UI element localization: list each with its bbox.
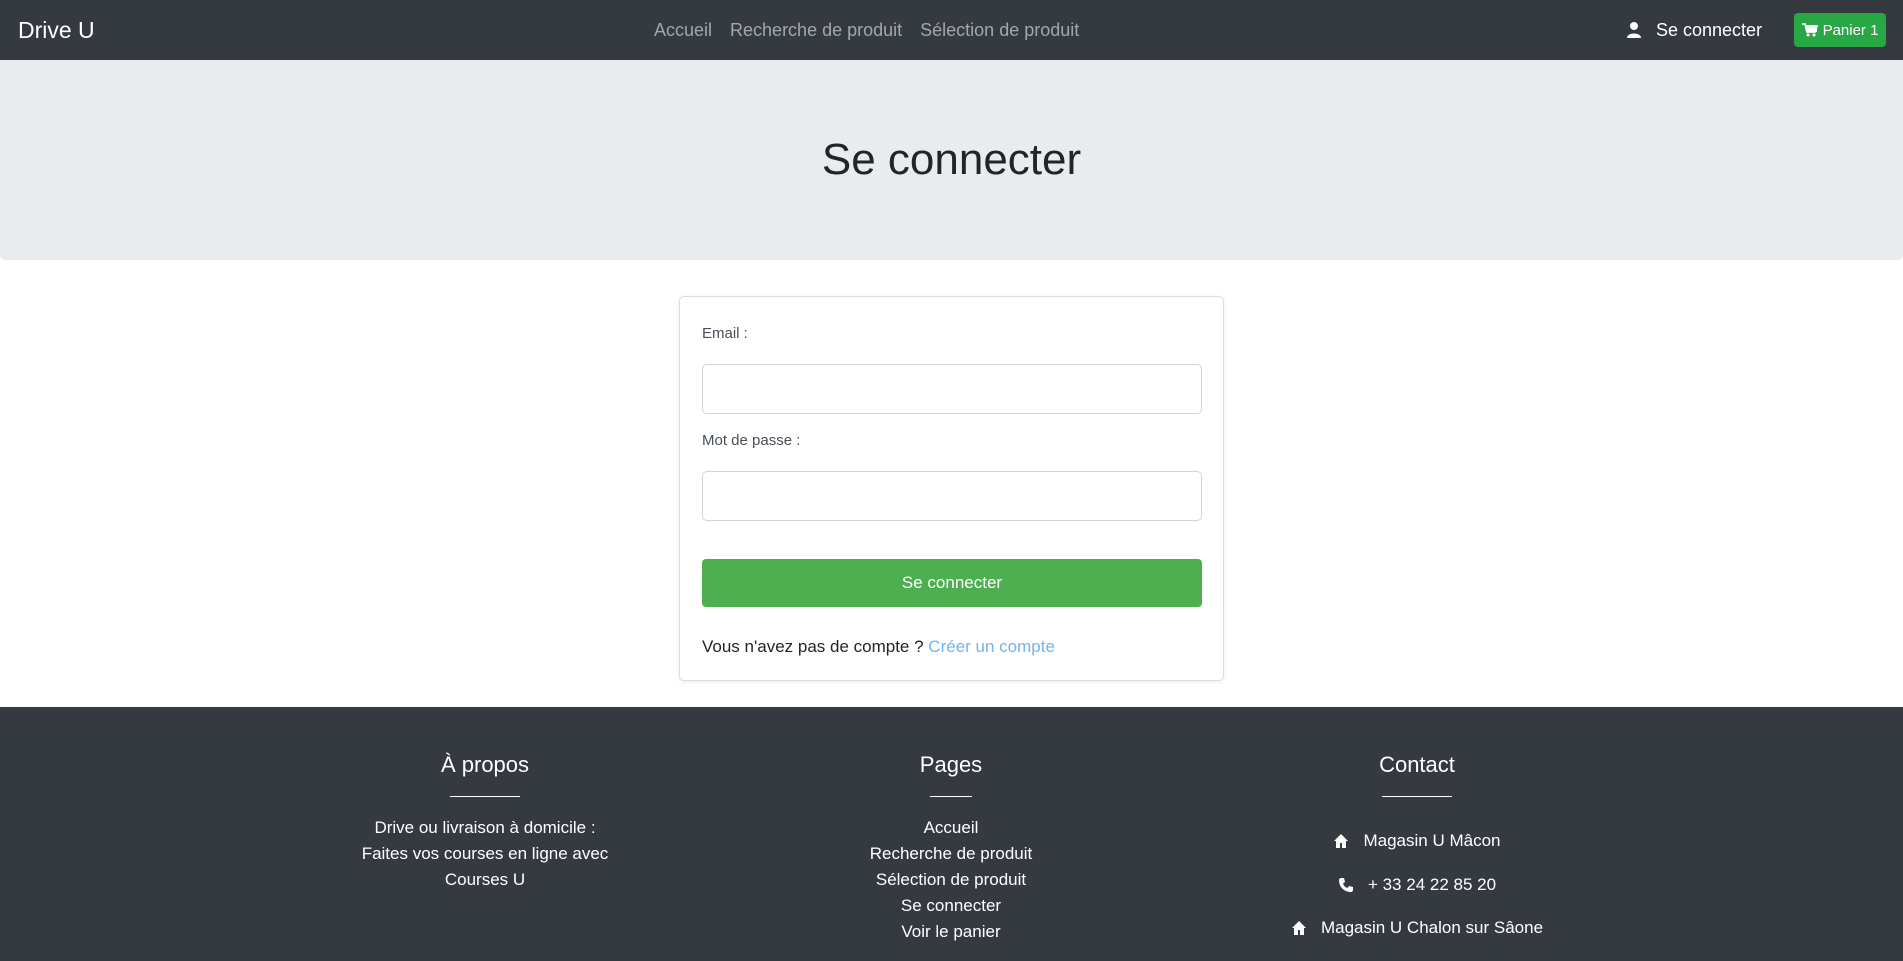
footer-divider [450,796,520,797]
nav-links: Accueil Recherche de produit Sélection d… [654,0,1079,60]
login-link-label: Se connecter [1656,19,1763,40]
footer-about-text: Drive ou livraison à domicile : Faites v… [285,815,685,893]
password-label: Mot de passe : [702,432,801,449]
footer-about-line: Faites vos courses en ligne avec [361,844,609,863]
footer-about-title: À propos [440,752,530,777]
login-link[interactable]: Se connecter [1626,0,1762,60]
login-card: Email : Mot de passe : Se connecter Vous… [679,296,1224,681]
footer-divider [930,796,972,797]
contact-text: + 33 24 22 85 20 [1367,875,1497,894]
footer-link-login[interactable]: Se connecter [901,896,1001,915]
home-icon [1291,920,1307,936]
cart-button[interactable]: Panier 1 [1794,13,1886,47]
email-field[interactable] [702,364,1202,414]
nav-link-accueil[interactable]: Accueil [654,20,712,41]
contact-item: + 33 24 22 85 20 [1217,875,1617,895]
create-account-link[interactable]: Créer un compte [928,637,1055,656]
cart-button-label: Panier 1 [1822,21,1879,39]
contact-text: Magasin U Chalon sur Sâone [1320,918,1544,937]
footer-about-line: Drive ou livraison à domicile : [374,818,596,837]
footer-divider [1382,796,1452,797]
footer-link-accueil[interactable]: Accueil [924,818,979,837]
footer-pages-list: Accueil Recherche de produit Sélection d… [751,815,1151,945]
password-field[interactable] [702,471,1202,521]
footer-link-selection[interactable]: Sélection de produit [876,870,1026,889]
register-prompt-line: Vous n'avez pas de compte ? Créer un com… [702,637,1055,657]
page-title: Se connecter [821,135,1082,184]
user-icon [1626,21,1642,39]
cart-icon [1801,23,1818,37]
footer-link-recherche[interactable]: Recherche de produit [870,844,1033,863]
footer-link-cart[interactable]: Voir le panier [901,922,1000,941]
contact-item: Magasin U Mâcon [1217,831,1617,851]
nav-link-recherche[interactable]: Recherche de produit [730,20,902,41]
email-label: Email : [702,325,748,342]
nav-link-selection[interactable]: Sélection de produit [920,20,1079,41]
footer-contact-title: Contact [1379,752,1455,777]
footer: À propos Drive ou livraison à domicile :… [0,707,1903,961]
brand-link[interactable]: Drive U [18,0,95,60]
login-submit-button[interactable]: Se connecter [702,559,1202,607]
contact-text: Magasin U Mâcon [1363,831,1501,850]
hero-banner: Se connecter [0,60,1903,260]
phone-icon [1338,877,1354,893]
footer-pages-title: Pages [919,752,983,777]
contact-item: Magasin U Chalon sur Sâone [1217,918,1617,938]
register-prompt: Vous n'avez pas de compte ? [702,637,924,656]
top-navbar: Drive U Accueil Recherche de produit Sél… [0,0,1903,60]
footer-about-line: Courses U [444,870,526,889]
home-icon [1333,833,1349,849]
